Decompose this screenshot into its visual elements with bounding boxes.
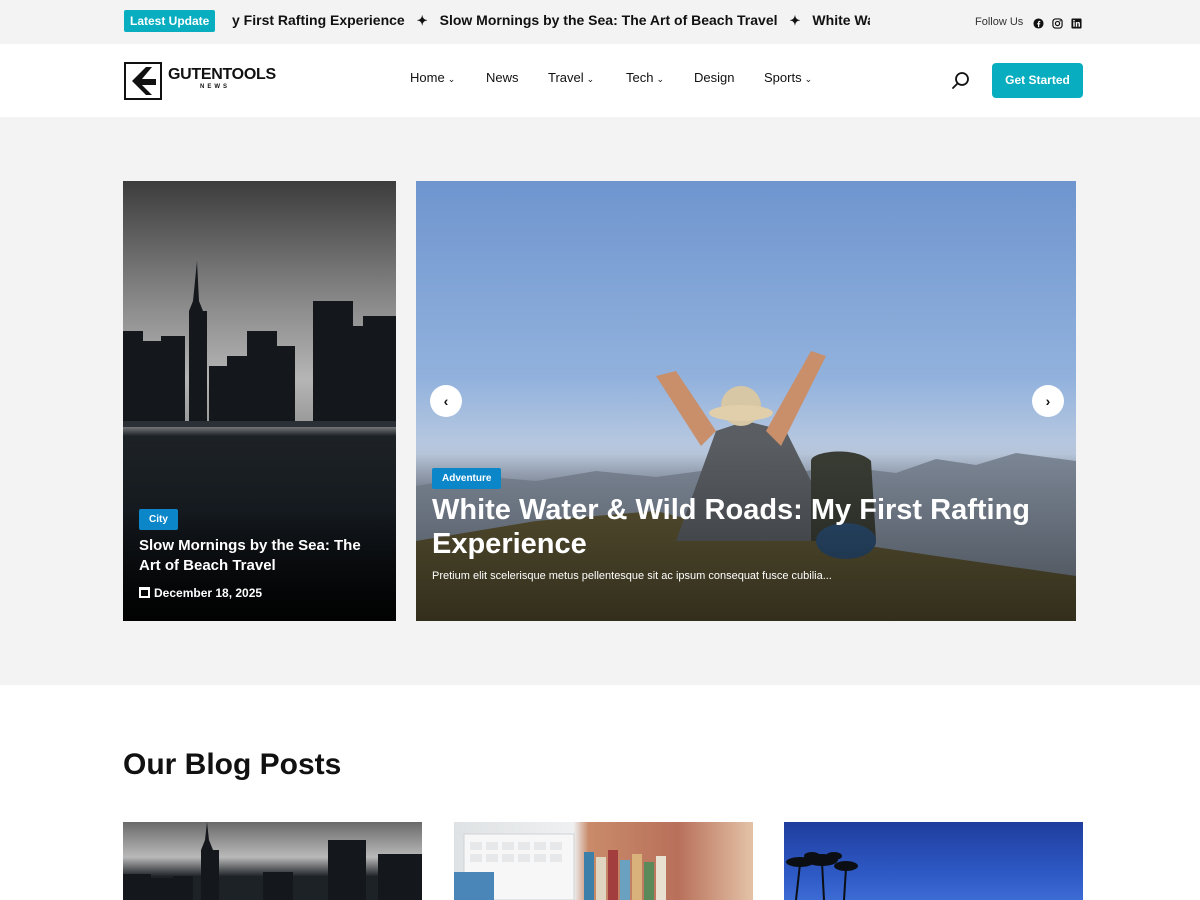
chevron-down-icon: ⌄ xyxy=(804,74,813,84)
hero-slide-title[interactable]: White Water & Wild Roads: My First Rafti… xyxy=(432,493,1062,561)
slider-prev-button[interactable]: ‹ xyxy=(430,385,462,417)
nav-item-home[interactable]: Home ⌄ xyxy=(410,70,455,85)
chevron-right-icon: › xyxy=(1045,393,1051,409)
nav-item-label: Home xyxy=(410,70,445,85)
featured-post-card[interactable]: City Slow Mornings by the Sea: The Art o… xyxy=(123,181,396,621)
search-icon[interactable] xyxy=(951,71,971,91)
chevron-left-icon: ‹ xyxy=(443,393,449,409)
hero-slide-excerpt: Pretium elit scelerisque metus pellentes… xyxy=(432,570,832,582)
ticker-separator-icon: ✦ xyxy=(416,13,428,28)
site-header: GUTENTOOLS NEWS Home ⌄ News Travel ⌄ Tech ⌄… xyxy=(0,44,1200,117)
ticker-item[interactable]: White Water & W xyxy=(812,12,870,28)
hero-slider[interactable]: Adventure White Water & Wild Roads: My F… xyxy=(416,181,1076,621)
palm-trees-thumbnail-illustration xyxy=(786,852,858,900)
skyline-thumbnail-illustration xyxy=(123,822,422,900)
ticker-item[interactable]: Slow Mornings by the Sea: The Art of Bea… xyxy=(440,12,778,28)
nav-item-label: Sports xyxy=(764,70,802,85)
blog-post-thumbnail[interactable] xyxy=(123,822,422,900)
desk-thumbnail-illustration xyxy=(454,833,666,900)
ticker-separator-icon: ✦ xyxy=(789,13,801,28)
latest-update-badge: Latest Update xyxy=(124,10,216,32)
nav-item-design[interactable]: Design xyxy=(694,70,734,85)
date-text: December 18, 2025 xyxy=(154,586,263,600)
nav-item-label: Tech xyxy=(626,70,654,85)
left-card-title[interactable]: Slow Mornings by the Sea: The Art of Bea… xyxy=(139,536,384,576)
ticker-item[interactable]: y First Rafting Experience xyxy=(232,12,405,28)
news-ticker[interactable]: y First Rafting Experience ✦ Slow Mornings… xyxy=(232,8,870,32)
nav-item-label: News xyxy=(486,70,519,85)
logo-name[interactable]: GUTENTOOLS xyxy=(168,66,276,84)
follow-us-label: Follow Us xyxy=(975,16,1024,28)
nav-item-travel[interactable]: Travel ⌄ xyxy=(548,70,594,85)
category-badge-adventure[interactable]: Adventure xyxy=(432,468,502,489)
nav-item-label: Travel xyxy=(548,70,584,85)
blog-post-thumbnail[interactable] xyxy=(784,822,1083,900)
post-date: December 18, 2025 xyxy=(139,586,262,600)
nav-item-label: Design xyxy=(694,70,735,85)
logo-subtitle: NEWS xyxy=(200,84,230,90)
chevron-down-icon: ⌄ xyxy=(447,74,456,84)
slider-next-button[interactable]: › xyxy=(1032,385,1064,417)
chevron-down-icon: ⌄ xyxy=(656,74,665,84)
nav-item-sports[interactable]: Sports ⌄ xyxy=(764,70,812,85)
blog-post-thumbnail[interactable] xyxy=(454,822,753,900)
linkedin-icon[interactable] xyxy=(1071,18,1082,29)
calendar-icon xyxy=(139,587,150,598)
instagram-icon[interactable] xyxy=(1052,18,1063,29)
nav-item-tech[interactable]: Tech ⌄ xyxy=(626,70,664,85)
blog-section-heading: Our Blog Posts xyxy=(123,748,342,781)
top-bar: Latest Update y First Rafting Experience… xyxy=(0,0,1200,44)
logo-icon[interactable] xyxy=(124,62,162,100)
facebook-icon[interactable] xyxy=(1033,18,1044,29)
get-started-button[interactable]: Get Started xyxy=(992,63,1083,98)
category-badge-city[interactable]: City xyxy=(139,509,178,530)
chevron-down-icon: ⌄ xyxy=(586,74,595,84)
nav-item-news[interactable]: News xyxy=(486,70,519,85)
